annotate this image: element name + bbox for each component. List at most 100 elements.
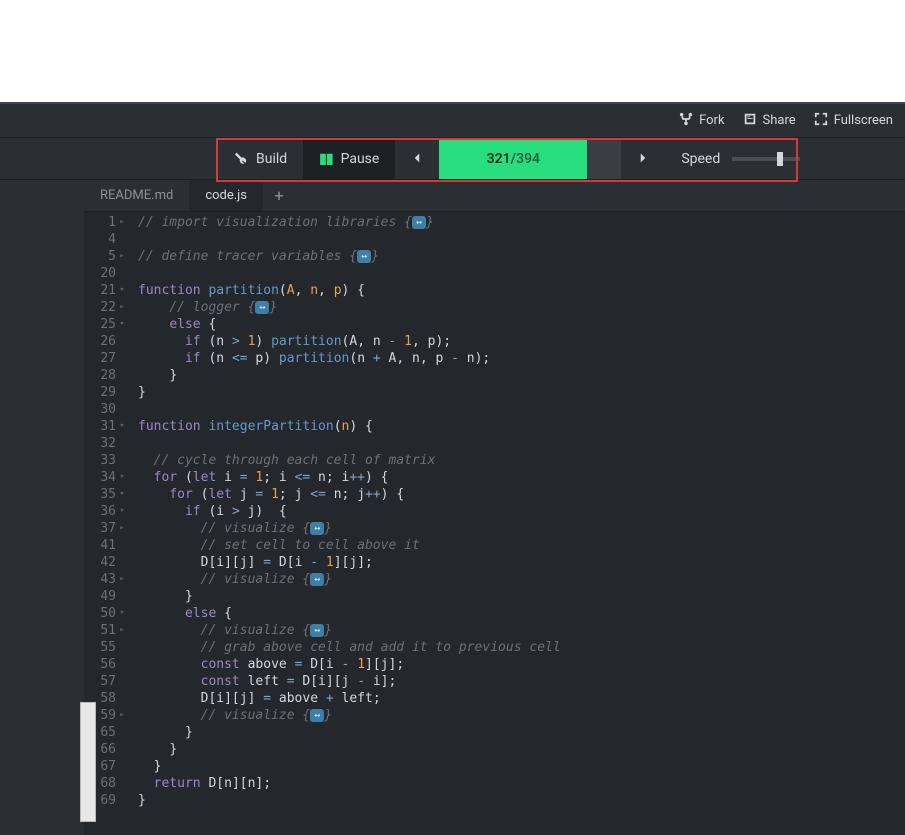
- line-number: 28: [84, 367, 126, 384]
- chevron-left-icon: [411, 149, 423, 168]
- fullscreen-button[interactable]: Fullscreen: [814, 112, 893, 130]
- code-line[interactable]: const left = D[i][j - i];: [138, 673, 905, 690]
- line-number: 42: [84, 554, 126, 571]
- code-line[interactable]: return D[n][n];: [138, 775, 905, 792]
- code-area[interactable]: // import visualization libraries {↔} // …: [130, 212, 905, 835]
- code-line[interactable]: }: [138, 367, 905, 384]
- code-line[interactable]: // define tracer variables {↔}: [138, 248, 905, 265]
- fork-button[interactable]: Fork: [679, 112, 724, 130]
- wrench-icon: [234, 150, 248, 168]
- pause-button[interactable]: ▮▮ Pause: [303, 138, 395, 179]
- code-line[interactable]: }: [138, 724, 905, 741]
- step-back-button[interactable]: [395, 138, 439, 179]
- pause-label: Pause: [341, 151, 380, 167]
- code-line[interactable]: // visualize {↔}: [138, 622, 905, 639]
- line-number: 5▸: [84, 248, 126, 265]
- speed-slider-thumb[interactable]: [777, 152, 783, 166]
- code-line[interactable]: // import visualization libraries {↔}: [138, 214, 905, 231]
- code-line[interactable]: for (let j = 1; j <= n; j++) {: [138, 486, 905, 503]
- code-line[interactable]: // grab above cell and add it to previou…: [138, 639, 905, 656]
- editor-wrap: README.mdcode.js+ 1▸45▸2021▾22▸25▾262728…: [84, 180, 905, 835]
- code-line[interactable]: if (n > 1) partition(A, n - 1, p);: [138, 333, 905, 350]
- code-line[interactable]: }: [138, 741, 905, 758]
- tab-code-js[interactable]: code.js: [189, 180, 263, 211]
- build-button[interactable]: Build: [218, 138, 303, 179]
- share-label: Share: [763, 113, 796, 128]
- line-number: 55: [84, 639, 126, 656]
- code-line[interactable]: else {: [138, 316, 905, 333]
- line-number: 20: [84, 265, 126, 282]
- code-line[interactable]: // set cell to cell above it: [138, 537, 905, 554]
- code-line[interactable]: if (n <= p) partition(n + A, n, p - n);: [138, 350, 905, 367]
- progress-total: 394: [516, 151, 540, 167]
- line-number: 4: [84, 231, 126, 248]
- progress-bar[interactable]: 321 / 394: [439, 138, 587, 179]
- speed-label: Speed: [681, 151, 720, 167]
- speed-slider[interactable]: [732, 157, 800, 161]
- line-number: 57: [84, 673, 126, 690]
- code-line[interactable]: for (let i = 1; i <= n; i++) {: [138, 469, 905, 486]
- code-line[interactable]: // logger {↔}: [138, 299, 905, 316]
- chevron-right-icon: [637, 149, 649, 168]
- code-line[interactable]: if (i > j) {: [138, 503, 905, 520]
- fork-icon: [679, 112, 693, 130]
- code-line[interactable]: [138, 265, 905, 282]
- step-forward-button[interactable]: [621, 138, 665, 179]
- line-number: 43▸: [84, 571, 126, 588]
- code-line[interactable]: }: [138, 588, 905, 605]
- line-number: 22▸: [84, 299, 126, 316]
- share-button[interactable]: Share: [743, 112, 796, 130]
- line-number: 26: [84, 333, 126, 350]
- code-line[interactable]: const above = D[i - 1][j];: [138, 656, 905, 673]
- tab-bar: README.mdcode.js+: [84, 180, 905, 212]
- fullscreen-label: Fullscreen: [834, 113, 893, 128]
- line-number: 37▸: [84, 520, 126, 537]
- tab-add-button[interactable]: +: [263, 180, 295, 211]
- left-panel: [0, 180, 84, 835]
- fullscreen-icon: [814, 112, 828, 130]
- line-number: 49: [84, 588, 126, 605]
- code-line[interactable]: [138, 435, 905, 452]
- fork-label: Fork: [699, 113, 724, 128]
- code-line[interactable]: // visualize {↔}: [138, 520, 905, 537]
- line-number: 1▸: [84, 214, 126, 231]
- progress-current: 321: [487, 151, 511, 167]
- line-number: 21▾: [84, 282, 126, 299]
- main-area: README.mdcode.js+ 1▸45▸2021▾22▸25▾262728…: [0, 180, 905, 835]
- speed-control: Speed: [665, 138, 816, 179]
- line-number: 35▾: [84, 486, 126, 503]
- code-editor[interactable]: 1▸45▸2021▾22▸25▾262728293031▾323334▾35▾3…: [84, 212, 905, 835]
- line-number: 36▾: [84, 503, 126, 520]
- tab-README-md[interactable]: README.md: [84, 180, 189, 211]
- code-line[interactable]: // visualize {↔}: [138, 707, 905, 724]
- code-line[interactable]: [138, 231, 905, 248]
- code-line[interactable]: D[i][j] = D[i - 1][j];: [138, 554, 905, 571]
- line-number: 29: [84, 384, 126, 401]
- line-number: 27: [84, 350, 126, 367]
- line-number: 51▸: [84, 622, 126, 639]
- code-line[interactable]: // cycle through each cell of matrix: [138, 452, 905, 469]
- line-number: 33: [84, 452, 126, 469]
- pause-icon: ▮▮: [319, 151, 332, 167]
- code-line[interactable]: D[i][j] = above + left;: [138, 690, 905, 707]
- code-line[interactable]: function partition(A, n, p) {: [138, 282, 905, 299]
- code-line[interactable]: function integerPartition(n) {: [138, 418, 905, 435]
- line-number: 25▾: [84, 316, 126, 333]
- line-number: 31▾: [84, 418, 126, 435]
- line-number: 50▾: [84, 605, 126, 622]
- toolbar: Build ▮▮ Pause 321 / 394 Speed: [0, 138, 905, 180]
- code-line[interactable]: [138, 401, 905, 418]
- code-line[interactable]: }: [138, 384, 905, 401]
- progress-remaining[interactable]: [587, 138, 621, 179]
- code-line[interactable]: else {: [138, 605, 905, 622]
- code-line[interactable]: }: [138, 758, 905, 775]
- share-icon: [743, 112, 757, 130]
- line-number: 30: [84, 401, 126, 418]
- titlebar: Fork Share Fullscreen: [0, 104, 905, 138]
- code-line[interactable]: }: [138, 792, 905, 809]
- code-line[interactable]: // visualize {↔}: [138, 571, 905, 588]
- scrollbar-thumb[interactable]: [80, 702, 96, 822]
- line-number: 41: [84, 537, 126, 554]
- line-number: 56: [84, 656, 126, 673]
- build-label: Build: [256, 151, 287, 167]
